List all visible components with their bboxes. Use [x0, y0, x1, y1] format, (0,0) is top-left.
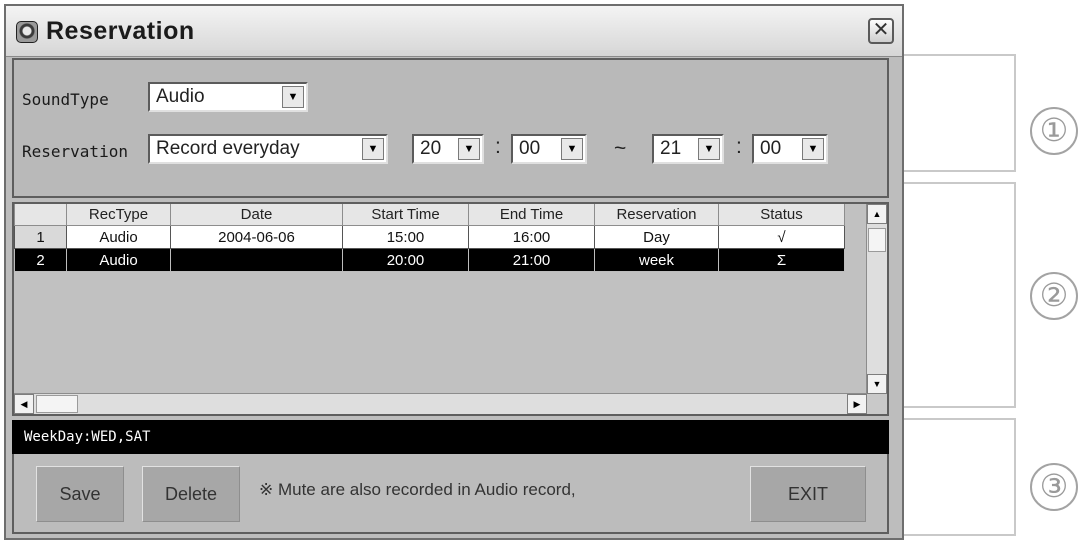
column-header-rectype[interactable]: RecType	[66, 204, 171, 226]
save-button[interactable]: Save	[36, 466, 124, 522]
reservation-label: Reservation	[22, 142, 128, 161]
column-header-status[interactable]: Status	[718, 204, 845, 226]
start-hour-value: 20	[420, 138, 442, 159]
cell-start-time: 15:00	[342, 225, 469, 249]
cell-status: Σ	[718, 248, 845, 272]
vertical-scrollbar[interactable]: ▲ ▼	[866, 204, 887, 394]
reservation-list: RecType Date Start Time End Time Reserva…	[12, 202, 889, 416]
sound-type-select[interactable]: Audio ▼	[148, 82, 308, 112]
cell-status: √	[718, 225, 845, 249]
column-header-end-time[interactable]: End Time	[468, 204, 595, 226]
sound-type-label: SoundType	[22, 90, 109, 109]
cell-date	[170, 248, 343, 272]
sound-type-value: Audio	[156, 86, 205, 107]
chevron-down-icon[interactable]: ▼	[561, 138, 583, 160]
exit-button[interactable]: EXIT	[750, 466, 866, 522]
chevron-down-icon[interactable]: ▼	[458, 138, 480, 160]
chevron-down-icon[interactable]: ▼	[282, 86, 304, 108]
cell-end-time: 16:00	[468, 225, 595, 249]
start-minute-value: 00	[519, 138, 541, 159]
cell-rectype: Audio	[66, 225, 171, 249]
chevron-down-icon[interactable]: ▼	[802, 138, 824, 160]
cell-date: 2004-06-06	[170, 225, 343, 249]
horizontal-scroll-thumb[interactable]	[36, 395, 78, 413]
reservation-table: RecType Date Start Time End Time Reserva…	[14, 204, 845, 272]
dialog-title: Reservation	[46, 17, 195, 45]
scrollbar-corner	[867, 394, 887, 414]
callout-number-1: ①	[1030, 107, 1078, 155]
table-header: RecType Date Start Time End Time Reserva…	[14, 204, 845, 226]
time-colon: :	[495, 135, 501, 158]
chevron-down-icon[interactable]: ▼	[362, 138, 384, 160]
scroll-left-icon[interactable]: ◀	[14, 394, 34, 414]
row-number: 1	[14, 225, 67, 249]
callout-number-3: ③	[1030, 463, 1078, 511]
weekday-info-bar: WeekDay:WED,SAT	[12, 420, 889, 454]
callout-number-2: ②	[1030, 272, 1078, 320]
vertical-scroll-thumb[interactable]	[868, 228, 886, 252]
cell-start-time: 20:00	[342, 248, 469, 272]
start-hour-select[interactable]: 20 ▼	[412, 134, 484, 164]
end-minute-select[interactable]: 00 ▼	[752, 134, 828, 164]
column-header-date[interactable]: Date	[170, 204, 343, 226]
callout-bracket-2	[904, 182, 1016, 408]
table-row-selected[interactable]: 2 Audio 20:00 21:00 week Σ	[14, 248, 845, 272]
start-minute-select[interactable]: 00 ▼	[511, 134, 587, 164]
column-header-reservation[interactable]: Reservation	[594, 204, 719, 226]
end-hour-select[interactable]: 21 ▼	[652, 134, 724, 164]
mute-note: ※ Mute are also recorded in Audio record…	[259, 480, 576, 499]
callout-bracket-1	[904, 54, 1016, 172]
cell-rectype: Audio	[66, 248, 171, 272]
column-header-start-time[interactable]: Start Time	[342, 204, 469, 226]
row-number: 2	[14, 248, 67, 272]
time-colon: :	[736, 135, 742, 158]
column-header-rownum[interactable]	[14, 204, 67, 226]
callout-bracket-3	[904, 418, 1016, 536]
scroll-down-icon[interactable]: ▼	[867, 374, 887, 394]
end-hour-value: 21	[660, 138, 682, 159]
horizontal-scrollbar[interactable]: ◀ ▶	[14, 393, 867, 414]
delete-button[interactable]: Delete	[142, 466, 240, 522]
app-icon	[16, 21, 38, 43]
table-row[interactable]: 1 Audio 2004-06-06 15:00 16:00 Day √	[14, 225, 845, 249]
chevron-down-icon[interactable]: ▼	[698, 138, 720, 160]
cell-reservation: week	[594, 248, 719, 272]
reservation-dialog: Reservation ✕ SoundType Audio ▼ Reservat…	[4, 4, 904, 540]
end-minute-value: 00	[760, 138, 782, 159]
scroll-up-icon[interactable]: ▲	[867, 204, 887, 224]
reservation-mode-value: Record everyday	[156, 138, 300, 159]
cell-reservation: Day	[594, 225, 719, 249]
reservation-mode-select[interactable]: Record everyday ▼	[148, 134, 388, 164]
scroll-right-icon[interactable]: ▶	[847, 394, 867, 414]
range-tilde: ~	[614, 137, 627, 160]
close-button[interactable]: ✕	[868, 18, 894, 44]
action-bar: Save Delete ※ Mute are also recorded in …	[12, 454, 889, 534]
cell-end-time: 21:00	[468, 248, 595, 272]
settings-panel: SoundType Audio ▼ Reservation Record eve…	[12, 58, 889, 198]
close-icon: ✕	[872, 19, 890, 41]
title-bar[interactable]: Reservation ✕	[6, 6, 902, 57]
